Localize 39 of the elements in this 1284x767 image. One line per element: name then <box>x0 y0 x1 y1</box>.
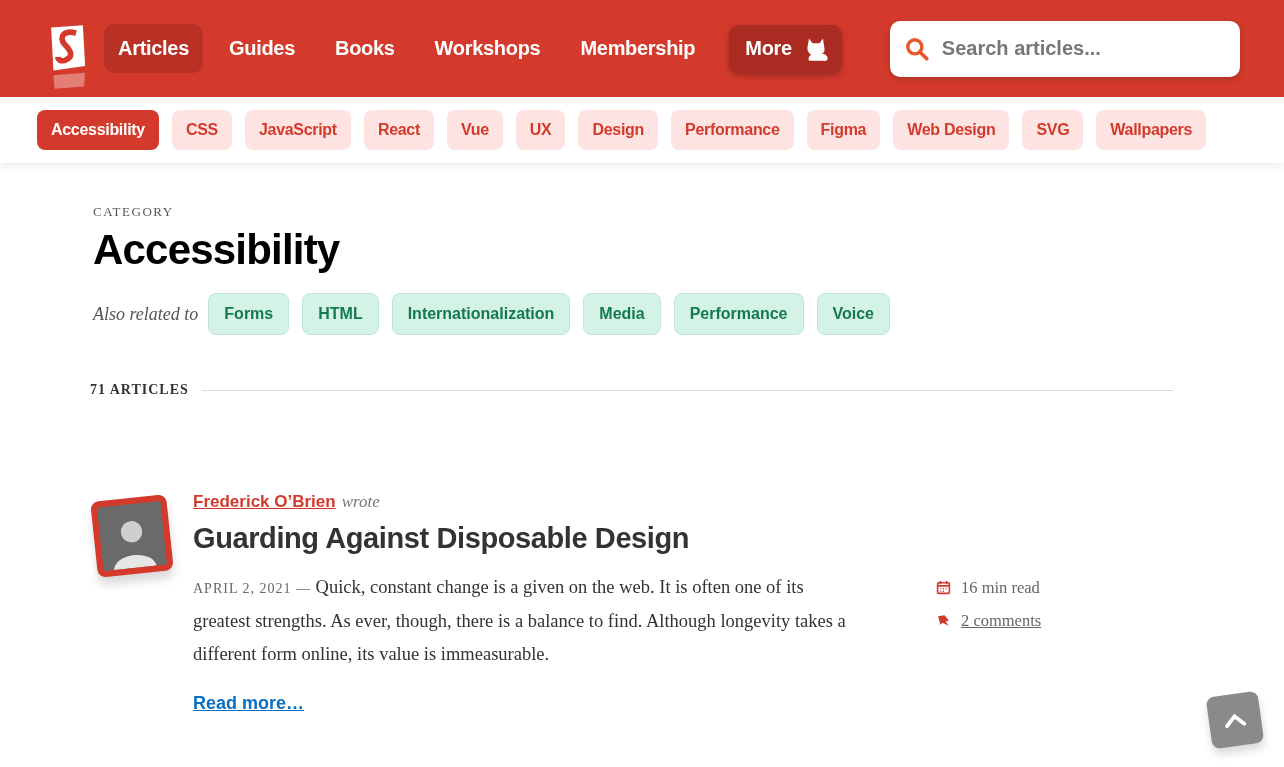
category-tag[interactable]: Web Design <box>893 110 1010 150</box>
related-tag[interactable]: Voice <box>816 293 890 335</box>
category-tag[interactable]: Figma <box>806 110 881 150</box>
category-tag[interactable]: JavaScript <box>244 110 351 150</box>
category-tag[interactable]: CSS <box>171 110 232 150</box>
back-to-top-button[interactable] <box>1205 690 1265 750</box>
related-tag[interactable]: Performance <box>673 293 804 335</box>
byline-text: wrote <box>341 492 380 512</box>
article-title[interactable]: Guarding Against Disposable Design <box>193 522 1042 555</box>
nav-link[interactable]: Guides <box>215 24 309 73</box>
nav-link[interactable]: Workshops <box>420 24 555 73</box>
category-tag[interactable]: SVG <box>1022 110 1084 150</box>
related-tag[interactable]: Media <box>583 293 661 335</box>
article-count: 71 ARTICLES <box>90 382 189 398</box>
category-tag[interactable]: Accessibility <box>37 110 159 150</box>
category-tag[interactable]: UX <box>515 110 566 150</box>
author-link[interactable]: Frederick O’Brien <box>193 492 336 512</box>
nav-link[interactable]: Membership <box>566 24 710 73</box>
nav-link[interactable]: Books <box>321 24 409 73</box>
search-field[interactable]: Search articles... <box>889 20 1240 77</box>
related-tag[interactable]: Internationalization <box>391 293 571 335</box>
category-label: CATEGORY <box>93 204 175 220</box>
related-tag[interactable]: HTML <box>302 293 379 335</box>
related-label: Also related to <box>93 303 199 325</box>
article-excerpt: APRIL 2, 2021 — Quick, constant change is a given on the web. It is often one of its greatest strengths. As ever, though, there is a balance to find. Although longevity takes a different form online, its value is immeasurable. <box>193 576 847 666</box>
category-tag[interactable]: Vue <box>447 110 503 150</box>
page-title: Accessibility <box>93 226 341 274</box>
category-tag[interactable]: React <box>363 110 434 150</box>
more-button[interactable]: More <box>729 24 842 73</box>
calendar-icon <box>936 580 951 595</box>
category-tag[interactable]: Wallpapers <box>1096 110 1207 150</box>
category-tag[interactable]: Design <box>578 110 659 150</box>
comments-link[interactable]: 2 comments <box>961 610 1042 631</box>
person-silhouette <box>96 500 168 572</box>
nav-link[interactable]: Articles <box>104 24 203 73</box>
category-tag[interactable]: Performance <box>671 110 794 150</box>
read-more-link[interactable]: Read more… <box>193 693 305 714</box>
read-time: 16 min read <box>961 577 1040 598</box>
related-tag[interactable]: Forms <box>208 293 290 335</box>
